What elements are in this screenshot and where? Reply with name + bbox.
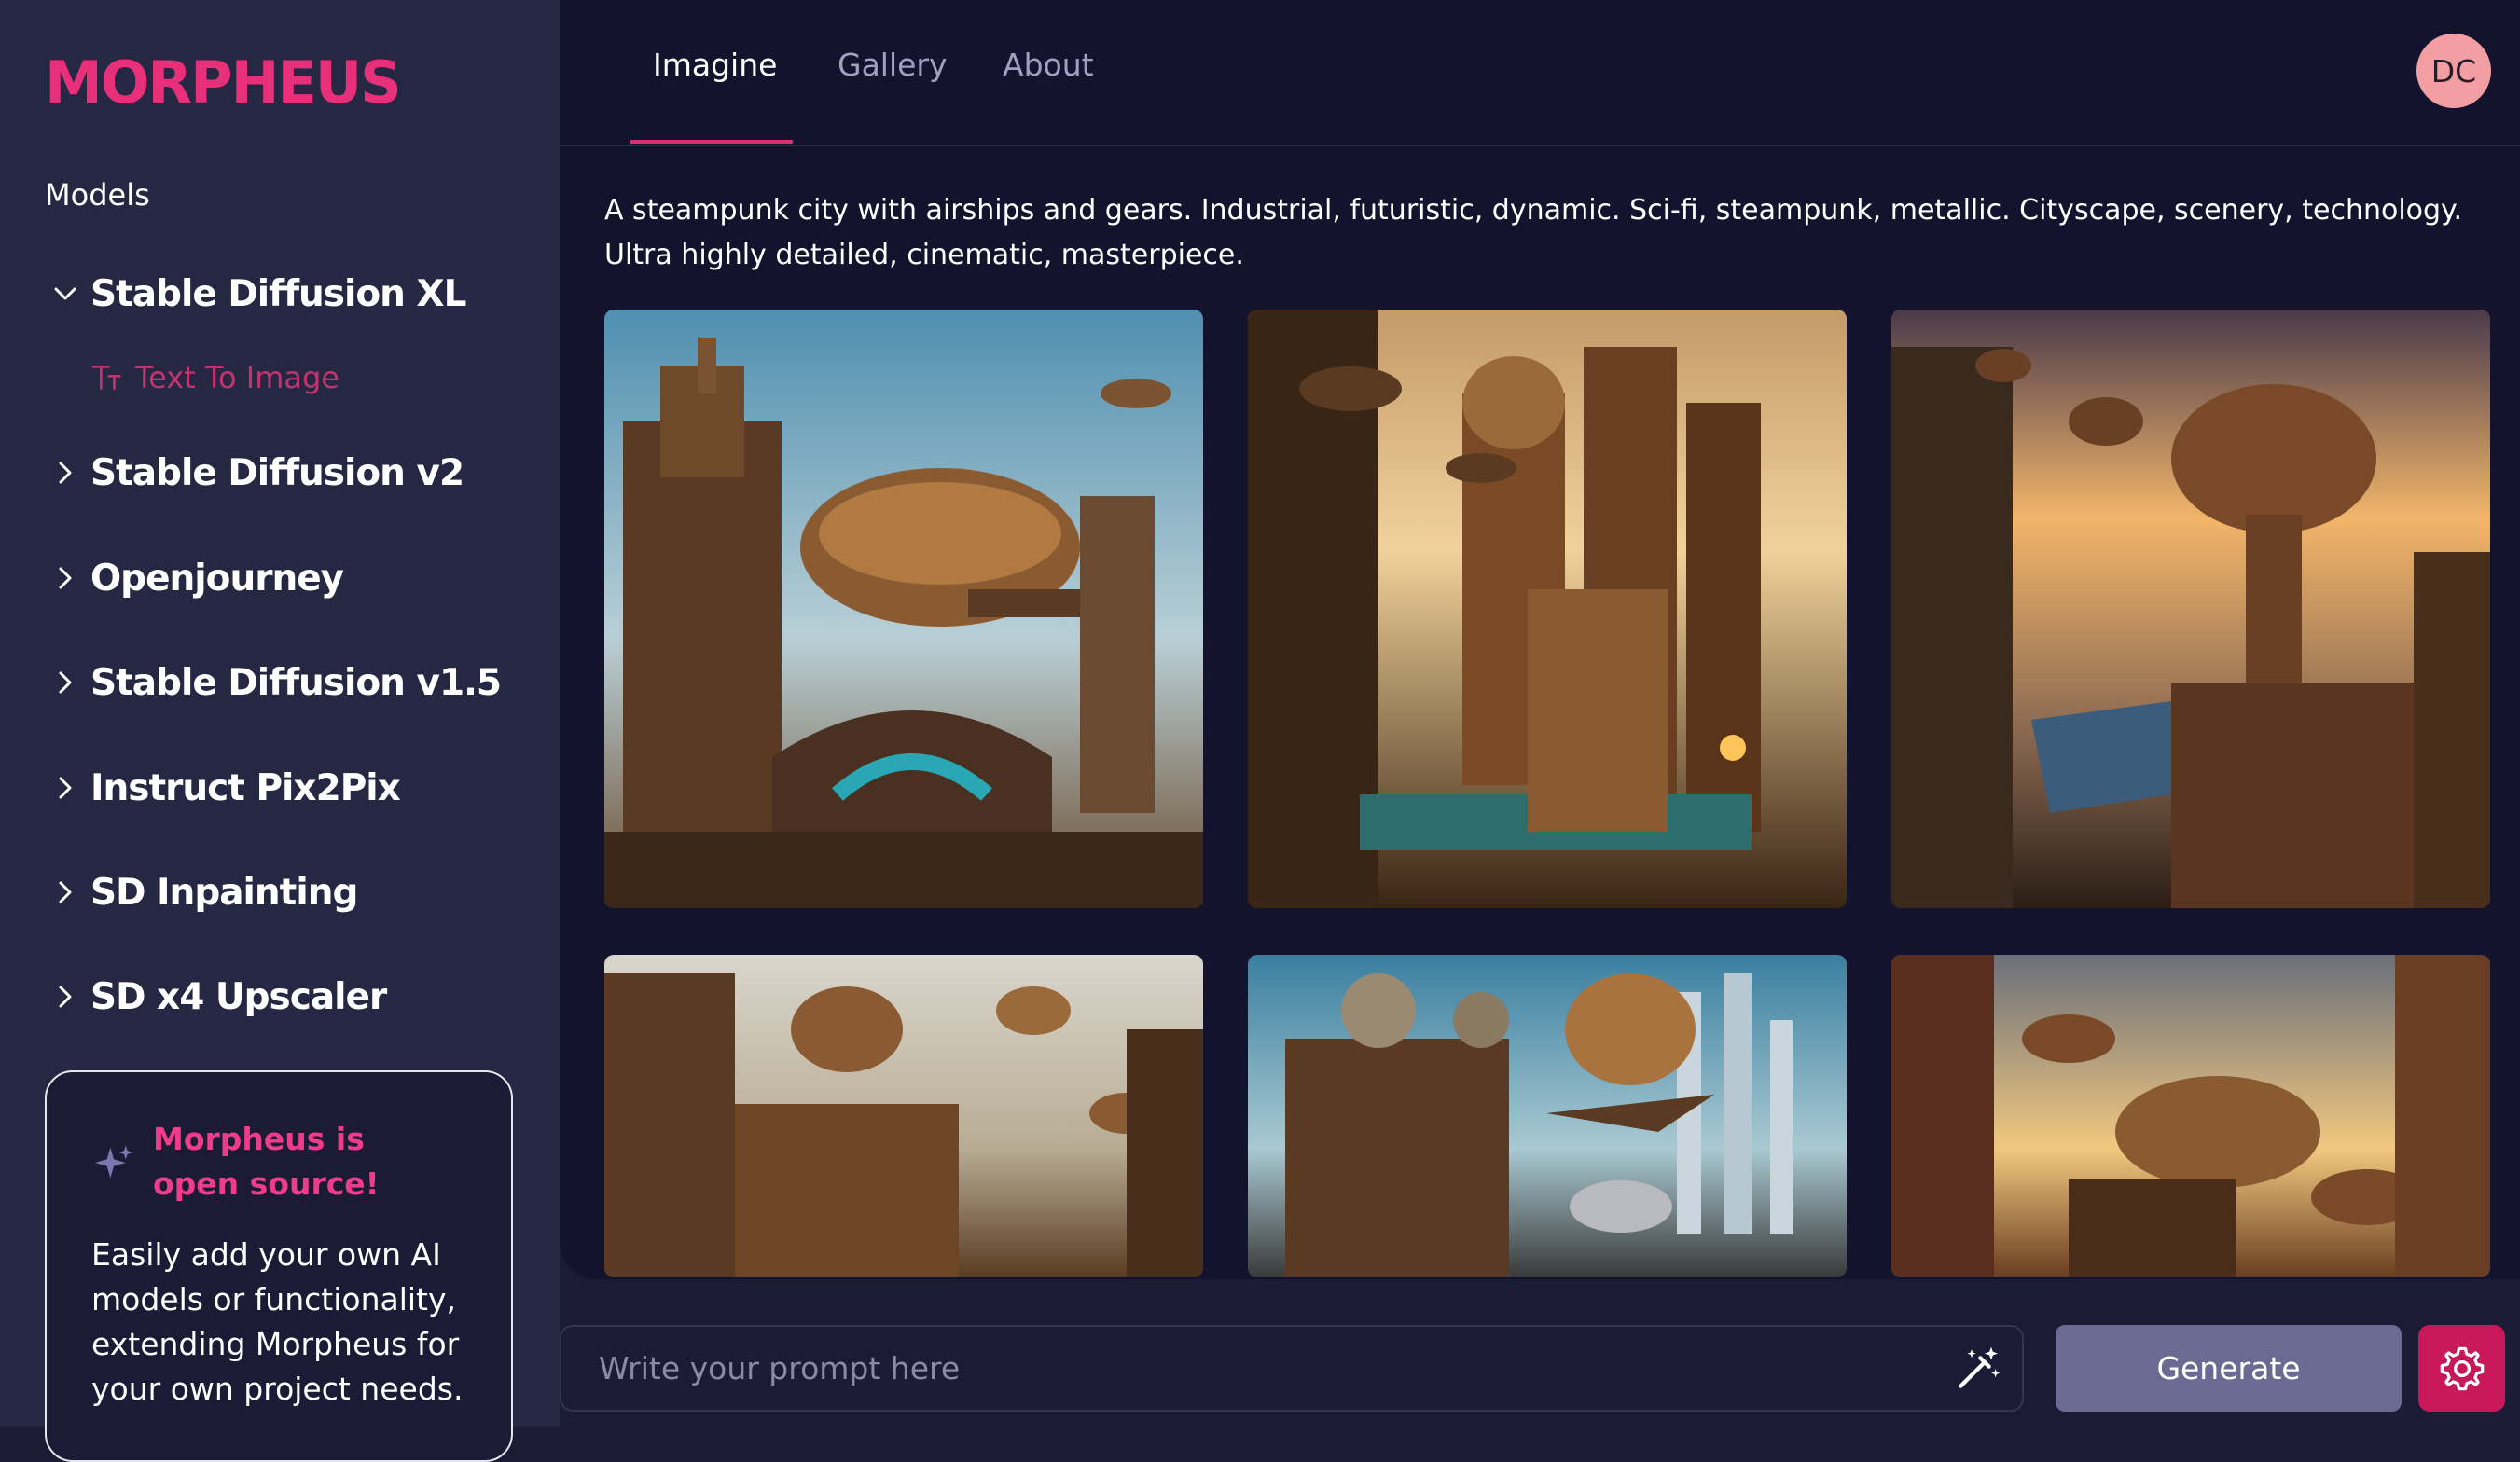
generate-button[interactable]: Generate [2056, 1325, 2402, 1412]
magic-wand-icon[interactable] [1952, 1343, 2004, 1395]
model-label: SD x4 Upscaler [90, 975, 387, 1018]
sidebar: MORPHEUS Models Stable Diffusion XL Text… [0, 0, 560, 1462]
model-label: Instruct Pix2Pix [90, 766, 401, 809]
tab-gallery[interactable]: Gallery [838, 47, 948, 83]
current-prompt-text: A steampunk city with airships and gears… [604, 194, 2463, 271]
tab-imagine[interactable]: Imagine [653, 47, 777, 83]
brand-logo[interactable]: MORPHEUS [45, 48, 402, 117]
model-openjourney[interactable]: Openjourney [51, 550, 344, 606]
chevron-right-icon [51, 564, 79, 592]
model-label: Stable Diffusion v2 [90, 451, 464, 494]
models-heading: Models [45, 177, 150, 213]
generated-image-5[interactable] [1248, 955, 1847, 1277]
sub-item-text-to-image[interactable]: Text To Image [89, 354, 339, 401]
chevron-right-icon [51, 983, 79, 1011]
generated-image-2[interactable] [1248, 310, 1847, 908]
model-sd-inpainting[interactable]: SD Inpainting [51, 864, 358, 920]
generated-image-3[interactable] [1891, 310, 2490, 908]
model-stable-diffusion-xl[interactable]: Stable Diffusion XL [51, 266, 466, 322]
open-source-promo-card: Morpheus is open source! Easily add your… [45, 1070, 513, 1462]
chevron-right-icon [51, 669, 79, 697]
sub-item-label: Text To Image [135, 360, 339, 395]
prompt-input[interactable] [560, 1325, 2024, 1412]
generated-image-1[interactable] [604, 310, 1203, 908]
active-tab-indicator [630, 140, 793, 144]
promo-body: Easily add your own AI models or functio… [91, 1236, 464, 1407]
model-stable-diffusion-v1-5[interactable]: Stable Diffusion v1.5 [51, 655, 502, 710]
promo-title: Morpheus is open source! [153, 1121, 380, 1202]
chevron-right-icon [51, 878, 79, 906]
generated-image-6[interactable] [1891, 955, 2490, 1277]
sparkle-icon [94, 1145, 133, 1179]
text-to-image-icon [91, 366, 121, 390]
model-sd-x4-upscaler[interactable]: SD x4 Upscaler [51, 969, 387, 1025]
chevron-right-icon [51, 774, 79, 802]
model-label: Openjourney [90, 557, 344, 600]
model-label: SD Inpainting [90, 871, 358, 914]
chevron-down-icon [51, 280, 79, 308]
generated-image-4[interactable] [604, 955, 1203, 1277]
chevron-right-icon [51, 459, 79, 487]
model-stable-diffusion-v2[interactable]: Stable Diffusion v2 [51, 445, 464, 501]
tab-about[interactable]: About [1003, 47, 1094, 83]
gear-icon [2440, 1346, 2484, 1390]
avatar[interactable]: DC [2416, 34, 2491, 108]
model-label: Stable Diffusion v1.5 [90, 661, 502, 704]
settings-button[interactable] [2418, 1325, 2505, 1412]
model-instruct-pix2pix[interactable]: Instruct Pix2Pix [51, 760, 401, 816]
main-panel: Imagine Gallery About DC A steampunk cit… [560, 0, 2520, 1279]
top-navigation: Imagine Gallery About DC [560, 0, 2520, 146]
model-label: Stable Diffusion XL [90, 272, 466, 315]
